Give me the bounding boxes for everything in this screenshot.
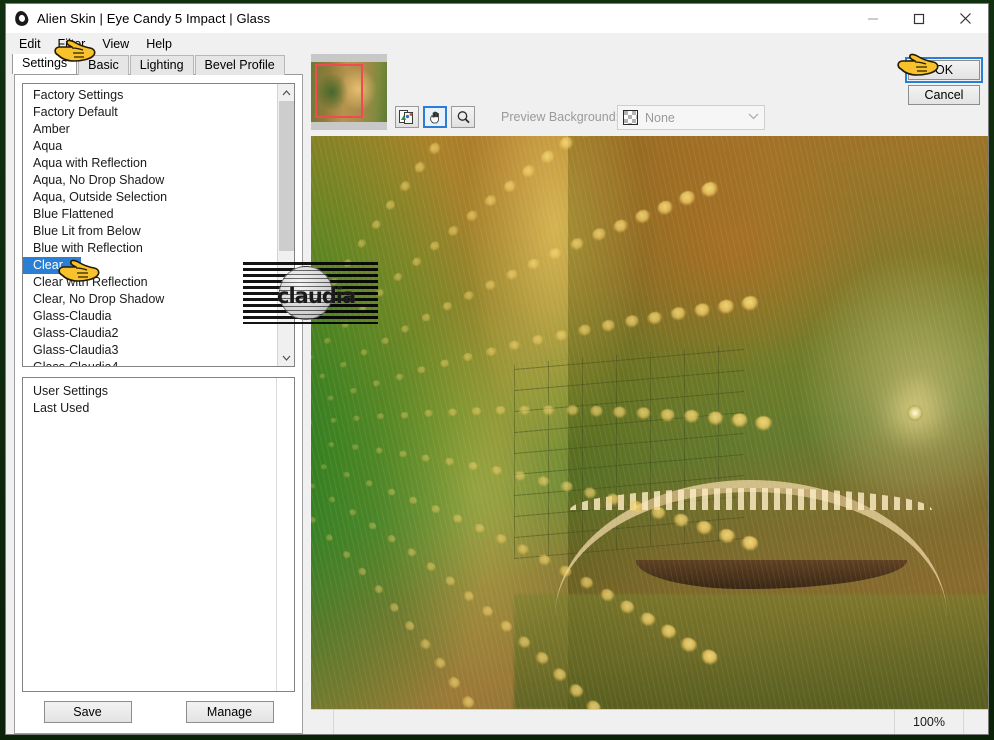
tab-settings[interactable]: Settings [12, 53, 78, 74]
list-item[interactable]: Blue Lit from Below [23, 223, 277, 240]
minimize-icon[interactable] [850, 4, 896, 33]
zoom-magnifier-icon[interactable] [451, 106, 475, 128]
list-item[interactable]: Amber [23, 121, 277, 138]
chevron-down-icon[interactable] [278, 349, 294, 366]
list-item[interactable]: User Settings [23, 383, 294, 400]
tab-basic[interactable]: Basic [78, 55, 129, 75]
title-bar: Alien Skin | Eye Candy 5 Impact | Glass [6, 4, 988, 33]
screen: Alien Skin | Eye Candy 5 Impact | Glass … [0, 0, 994, 740]
menu-item-edit[interactable]: Edit [14, 35, 50, 53]
navigator-thumbnail[interactable] [311, 54, 387, 130]
menu-bar: Edit Filter View Help [6, 33, 988, 54]
list-item[interactable]: Aqua, No Drop Shadow [23, 172, 277, 189]
preview-toolbar: Preview Background: None OK Cancel [311, 54, 988, 136]
status-cell-resize [964, 710, 988, 734]
split-preview-icon[interactable] [395, 106, 419, 128]
chevron-up-icon[interactable] [278, 84, 294, 101]
cancel-button[interactable]: Cancel [908, 85, 980, 105]
maximize-icon[interactable] [896, 4, 942, 33]
window-title: Alien Skin | Eye Candy 5 Impact | Glass [37, 11, 271, 26]
preview-background-value: None [645, 110, 675, 125]
hand-pan-icon[interactable] [423, 106, 447, 128]
list-item[interactable]: Aqua [23, 138, 277, 155]
preview-canvas[interactable] [311, 136, 988, 709]
list-item[interactable]: Glass-Claudia [23, 308, 277, 325]
save-button[interactable]: Save [43, 701, 132, 723]
tab-lighting[interactable]: Lighting [129, 55, 194, 75]
zoom-level: 100% [895, 710, 964, 734]
preview-background-select[interactable]: None [617, 105, 765, 130]
list-item[interactable]: Glass-Claudia2 [23, 325, 277, 342]
application-window: Alien Skin | Eye Candy 5 Impact | Glass … [5, 3, 989, 735]
list-item[interactable]: Aqua with Reflection [23, 155, 277, 172]
preview-image [311, 136, 988, 709]
status-cell-message [334, 710, 895, 734]
user-settings-list: User Settings Last Used [23, 378, 294, 417]
checkerboard-swatch-icon [623, 110, 638, 125]
close-icon[interactable] [942, 4, 988, 33]
list-item[interactable]: Last Used [23, 400, 294, 417]
settings-listbox[interactable]: Factory Settings Factory Default Amber A… [22, 83, 295, 367]
list-item[interactable]: Clear with Reflection [23, 274, 277, 291]
settings-list: Factory Settings Factory Default Amber A… [23, 84, 277, 366]
list-item[interactable]: Blue with Reflection [23, 240, 277, 257]
window-controls [850, 4, 988, 33]
right-pane: Preview Background: None OK Cancel 100% [311, 54, 988, 734]
list-item[interactable]: Glass-Claudia3 [23, 342, 277, 359]
menu-item-filter[interactable]: Filter [53, 35, 95, 53]
list-item[interactable]: Factory Default [23, 104, 277, 121]
chevron-down-icon[interactable] [742, 112, 764, 123]
preset-button-row: Save Manage [22, 701, 295, 723]
list-item[interactable]: Factory Settings [23, 87, 277, 104]
settings-list-scrollbar[interactable] [277, 84, 294, 366]
alien-head-icon [13, 9, 30, 27]
navigator-selection-rect[interactable] [315, 64, 363, 118]
tab-bevel-profile[interactable]: Bevel Profile [194, 55, 285, 75]
menu-item-help[interactable]: Help [141, 35, 181, 53]
list-item-selected[interactable]: Clear [23, 257, 81, 274]
list-item[interactable]: Clear, No Drop Shadow [23, 291, 277, 308]
left-pane: Settings Basic Lighting Bevel Profile Fa… [6, 53, 311, 734]
status-cell-left [311, 710, 334, 734]
tab-strip: Settings Basic Lighting Bevel Profile [6, 53, 311, 75]
user-settings-listbox[interactable]: User Settings Last Used [22, 377, 295, 692]
list-item[interactable]: Glass-Claudia4 [23, 359, 277, 366]
status-bar: 100% [311, 709, 988, 734]
dialog-buttons: OK Cancel [905, 57, 983, 110]
ok-button[interactable]: OK [905, 57, 983, 83]
preview-tool-buttons [395, 106, 475, 128]
window-body: Settings Basic Lighting Bevel Profile Fa… [6, 53, 988, 734]
list-item[interactable]: Blue Flattened [23, 206, 277, 223]
preview-background-label: Preview Background: [501, 110, 620, 124]
manage-button[interactable]: Manage [185, 701, 274, 723]
list-item[interactable]: Aqua, Outside Selection [23, 189, 277, 206]
user-settings-divider [276, 378, 277, 691]
settings-tab-panel: Factory Settings Factory Default Amber A… [14, 74, 303, 734]
preview-street-lamp [906, 405, 923, 422]
preview-bridge [554, 479, 948, 618]
menu-item-view[interactable]: View [97, 35, 138, 53]
scrollbar-thumb[interactable] [279, 101, 294, 251]
